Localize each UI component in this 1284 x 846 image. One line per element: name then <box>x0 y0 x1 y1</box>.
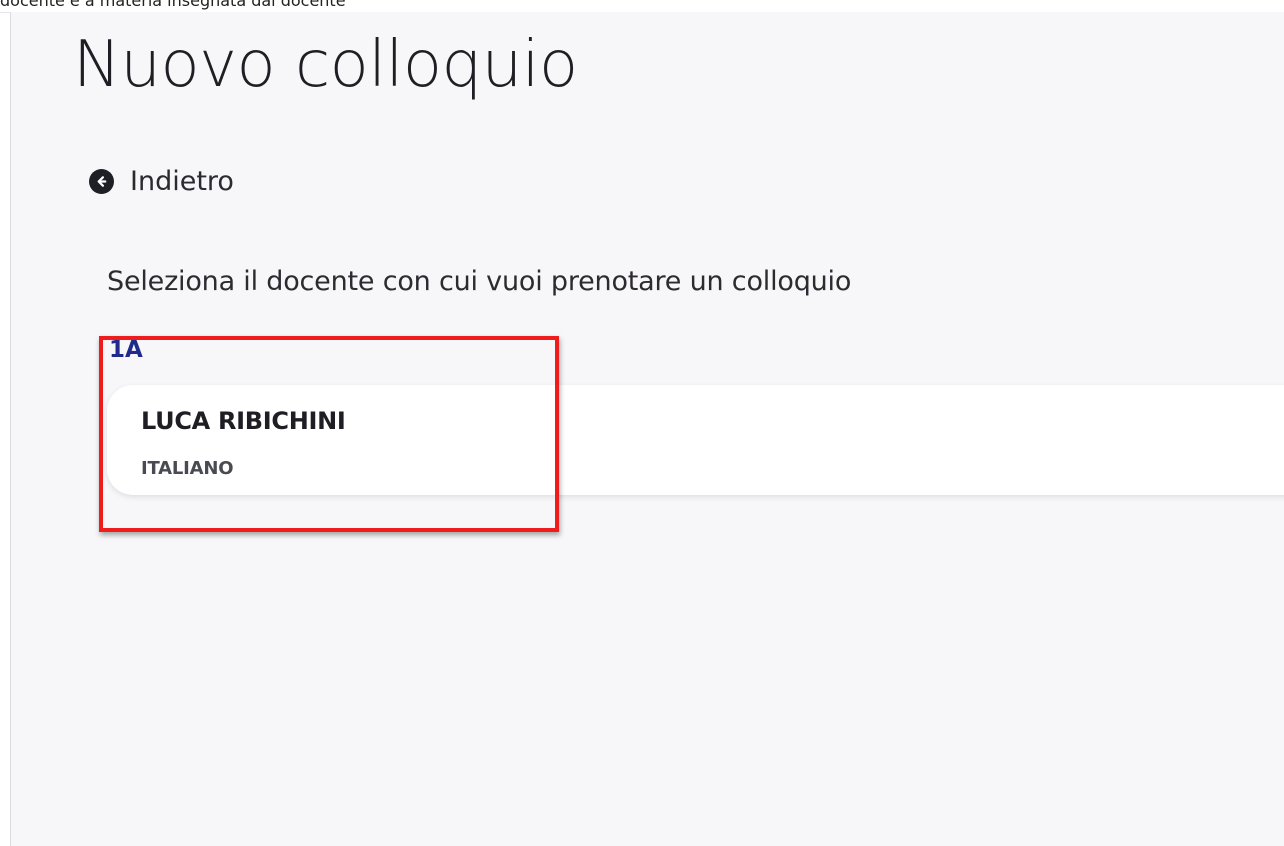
teacher-card[interactable]: LUCA RIBICHINI ITALIANO <box>107 385 1284 495</box>
main-page: Nuovo colloquio Indietro Seleziona il do… <box>10 12 1284 846</box>
teacher-subject: ITALIANO <box>141 458 234 479</box>
back-label: Indietro <box>130 166 234 197</box>
teacher-name: LUCA RIBICHINI <box>141 407 346 435</box>
arrow-left-circle-icon <box>89 169 114 194</box>
class-group-label: 1A <box>109 337 143 363</box>
cropped-caption-text: docente e a materia insegnata dal docent… <box>0 0 346 10</box>
page-title: Nuovo colloquio <box>73 28 578 102</box>
back-button[interactable]: Indietro <box>89 166 234 197</box>
instruction-text: Seleziona il docente con cui vuoi prenot… <box>107 266 852 297</box>
